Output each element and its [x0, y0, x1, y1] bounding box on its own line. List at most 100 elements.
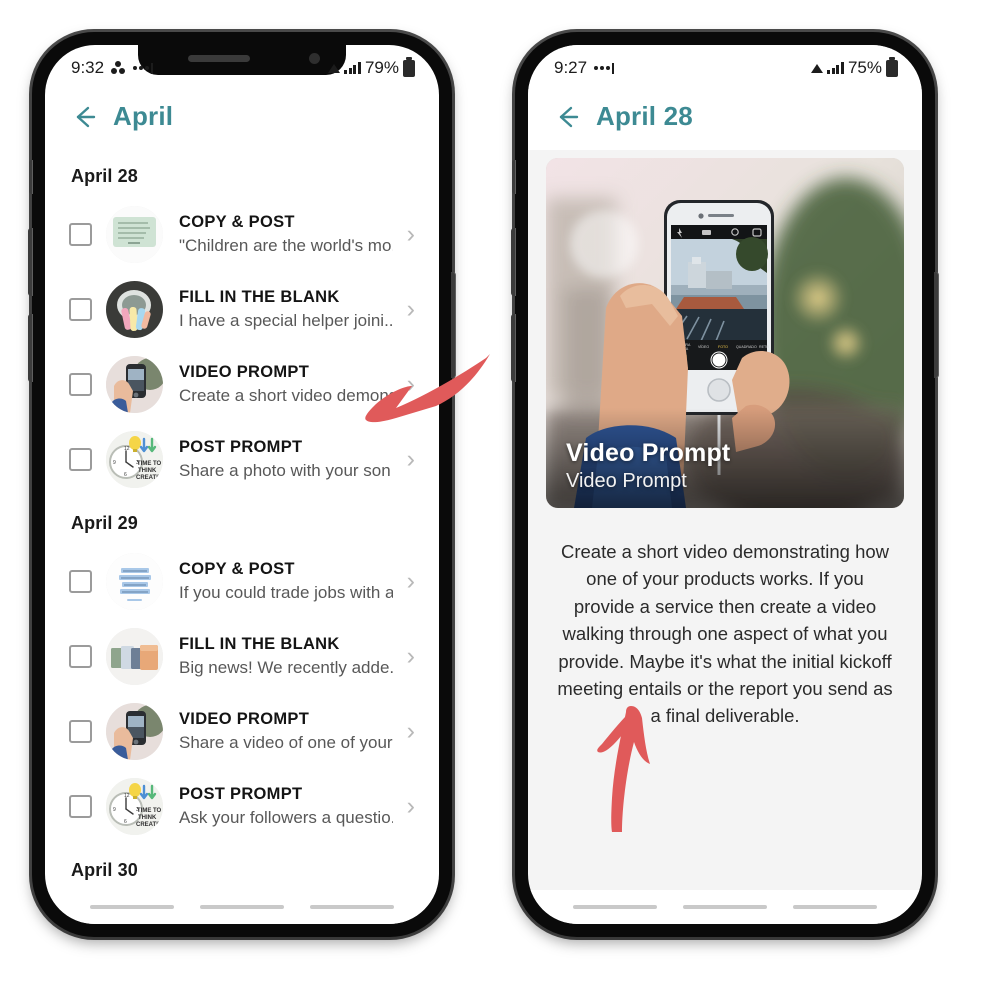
svg-text:12: 12	[124, 793, 130, 799]
row-checkbox[interactable]	[69, 223, 92, 246]
silent-switch[interactable]	[512, 160, 516, 194]
nav-indicator-left[interactable]	[573, 905, 657, 909]
row-checkbox[interactable]	[69, 373, 92, 396]
list-item[interactable]: COPY & POST If you could trade jobs with…	[45, 544, 439, 619]
svg-text:TIME TO: TIME TO	[137, 808, 162, 814]
list-item-subtitle: Create a short video demons...	[179, 385, 393, 405]
back-arrow-icon[interactable]	[554, 104, 580, 130]
list-item[interactable]: FILL IN THE BLANK I have a special helpe…	[45, 272, 439, 347]
row-checkbox[interactable]	[69, 720, 92, 743]
list-item-subtitle: If you could trade jobs with a...	[179, 582, 393, 602]
chevron-right-icon[interactable]: ›	[407, 297, 419, 322]
row-checkbox[interactable]	[69, 795, 92, 818]
nav-indicator-center[interactable]	[683, 905, 767, 909]
list-item-text: COPY & POST "Children are the world's mo…	[177, 211, 393, 257]
nav-indicator-center[interactable]	[200, 905, 284, 909]
list-item-text: VIDEO PROMPT Create a short video demons…	[177, 361, 393, 407]
wifi-icon	[811, 63, 824, 73]
svg-text:FOTO: FOTO	[718, 345, 728, 349]
phone-mockup-list: 9:32 79% April April 28 COPY & POST "Chi…	[28, 32, 456, 937]
list-item[interactable]: 12 3 6 9 TIME TO THINK CREATIVE POST PROMPT As…	[45, 769, 439, 844]
list-item-title: COPY & POST	[179, 560, 295, 579]
chevron-right-icon[interactable]: ›	[407, 222, 419, 247]
chevron-right-icon[interactable]: ›	[407, 447, 419, 472]
power-button[interactable]	[934, 272, 939, 378]
list-item-title: FILL IN THE BLANK	[179, 288, 340, 307]
status-bar-right: 9:27 75%	[528, 45, 922, 91]
thumbnail-hand-holding-phone	[106, 356, 163, 413]
volume-down-button[interactable]	[28, 314, 33, 382]
list-item-text: FILL IN THE BLANK I have a special helpe…	[177, 286, 393, 332]
battery-percent: 75%	[847, 58, 882, 77]
cellular-bars-icon	[827, 62, 844, 74]
thumbnail-clock-time-to-think-creative: 12 3 6 9 TIME TO THINK CREATIVE	[106, 431, 163, 488]
list-item[interactable]: VIDEO PROMPT Create a short video demons…	[45, 347, 439, 422]
svg-text:TIME TO: TIME TO	[137, 461, 162, 467]
list-item[interactable]: FILL IN THE BLANK Big news! We recently …	[45, 619, 439, 694]
power-button[interactable]	[451, 272, 456, 378]
list-item-subtitle: "Children are the world's mo...	[179, 235, 393, 255]
thumbnail-hand-holding-phone	[106, 703, 163, 760]
phone-mockup-detail: 9:27 75% April 28 VÍDEO FOTO QUADRADO RE…	[511, 32, 939, 937]
signal-dots-icon	[133, 62, 154, 74]
thumbnail-soap-bars	[106, 628, 163, 685]
prompt-list[interactable]: April 28 COPY & POST "Children are the w…	[45, 150, 439, 891]
chevron-right-icon[interactable]: ›	[407, 794, 419, 819]
list-item[interactable]: COPY & POST "Children are the world's mo…	[45, 197, 439, 272]
nav-indicator-right[interactable]	[310, 905, 394, 909]
hero-caption: Video Prompt Video Prompt	[566, 439, 730, 494]
row-checkbox[interactable]	[69, 645, 92, 668]
chevron-right-icon[interactable]: ›	[407, 719, 419, 744]
svg-text:6: 6	[124, 472, 127, 478]
chevron-right-icon[interactable]: ›	[407, 644, 419, 669]
silent-switch[interactable]	[29, 160, 33, 194]
list-item-title: VIDEO PROMPT	[179, 710, 310, 729]
nav-indicator-left[interactable]	[90, 905, 174, 909]
signal-dots-icon	[594, 62, 615, 74]
list-item[interactable]: 12 3 6 9 TIME TO THINK CREATIVE POST PROMPT Sh…	[45, 422, 439, 497]
system-navigation-bar	[528, 890, 922, 924]
svg-text:CREATIVE: CREATIVE	[136, 822, 163, 828]
status-time: 9:32	[71, 58, 105, 77]
svg-text:6: 6	[124, 819, 127, 825]
thumbnail-quote-green-watercolor	[106, 206, 163, 263]
list-item-subtitle: Share a photo with your son ...	[179, 460, 393, 480]
svg-text:RETR: RETR	[759, 345, 769, 349]
chevron-right-icon[interactable]: ›	[407, 569, 419, 594]
back-arrow-icon[interactable]	[71, 104, 97, 130]
phone-screen-detail: 9:27 75% April 28 VÍDEO FOTO QUADRADO RE…	[528, 45, 922, 924]
status-time: 9:27	[554, 58, 588, 77]
date-header: April 28	[71, 166, 138, 186]
svg-text:THINK: THINK	[138, 468, 157, 474]
prompt-body-text: Create a short video demonstrating how o…	[557, 541, 893, 727]
date-header: April 30	[71, 860, 138, 880]
list-item-subtitle: Big news! We recently adde...	[179, 657, 393, 677]
volume-up-button[interactable]	[511, 228, 516, 296]
volume-down-button[interactable]	[511, 314, 516, 382]
svg-text:CREATIVE: CREATIVE	[136, 475, 163, 481]
row-checkbox[interactable]	[69, 448, 92, 471]
list-item[interactable]: VIDEO PROMPT Share a video of one of you…	[45, 694, 439, 769]
battery-icon	[403, 57, 415, 77]
list-item-text: COPY & POST If you could trade jobs with…	[177, 558, 393, 604]
list-item-title: FILL IN THE BLANK	[179, 635, 340, 654]
page-title: April	[113, 101, 174, 131]
list-item-subtitle: Ask your followers a questio...	[179, 807, 393, 827]
cellular-bars-icon	[344, 62, 361, 74]
battery-icon	[886, 57, 898, 77]
hero-image-card[interactable]: CÂMERALENTA VÍDEO FOTO QUADRADO RETR	[546, 158, 904, 508]
row-checkbox[interactable]	[69, 298, 92, 321]
thumbnail-colorful-chalk-bowl	[106, 281, 163, 338]
svg-text:12: 12	[124, 446, 130, 452]
volume-up-button[interactable]	[28, 228, 33, 296]
svg-text:VÍDEO: VÍDEO	[698, 345, 709, 349]
list-item-title: COPY & POST	[179, 213, 295, 232]
wifi-icon	[328, 63, 341, 73]
thumbnail-clock-time-to-think-creative: 12 3 6 9 TIME TO THINK CREATIVE	[106, 778, 163, 835]
list-item-subtitle: Share a video of one of your ...	[179, 732, 393, 752]
system-navigation-bar	[45, 890, 439, 924]
nav-indicator-right[interactable]	[793, 905, 877, 909]
chevron-right-icon[interactable]: ›	[407, 372, 419, 397]
row-checkbox[interactable]	[69, 570, 92, 593]
list-item-text: POST PROMPT Share a photo with your son …	[177, 436, 393, 482]
